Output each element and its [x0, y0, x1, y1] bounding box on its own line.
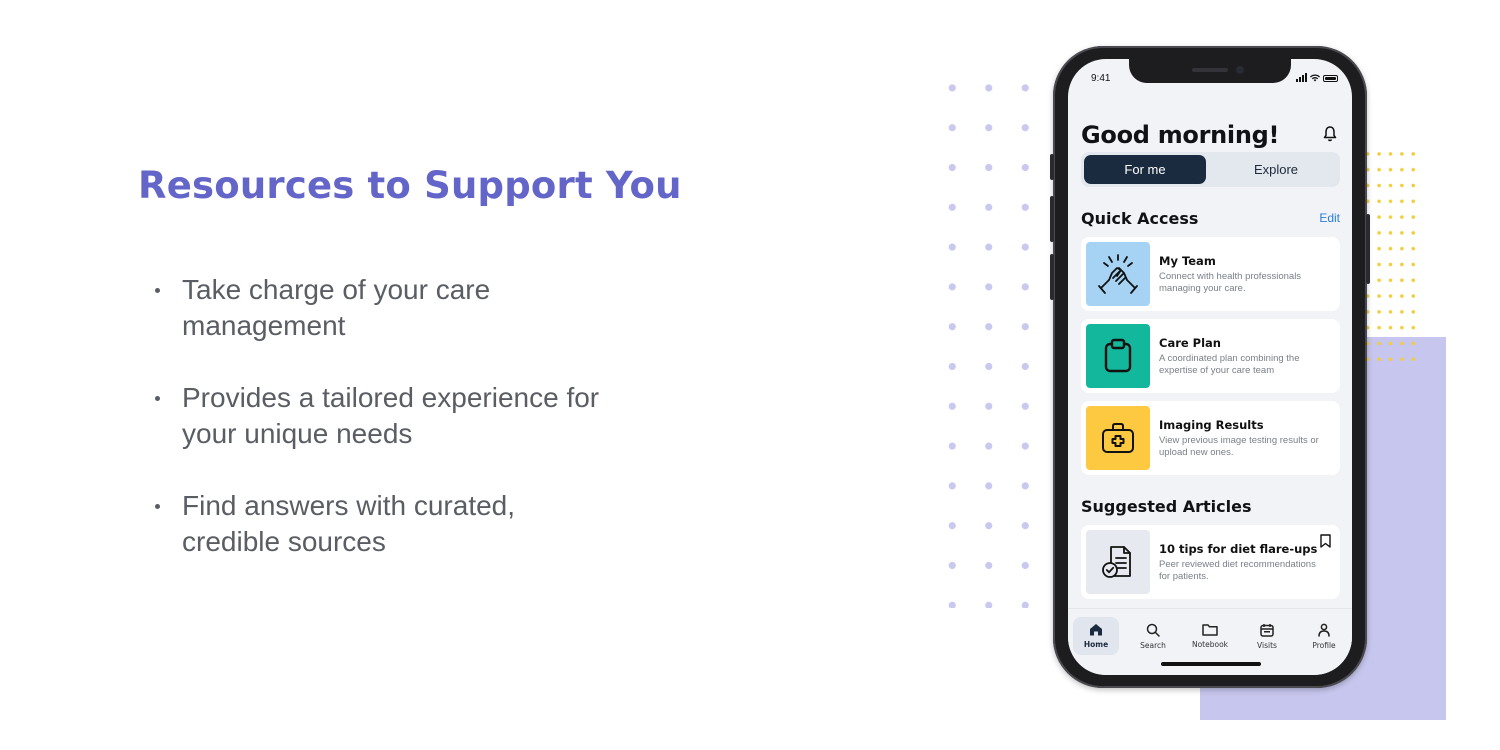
battery-icon — [1323, 75, 1338, 82]
decorative-dot-grid — [934, 68, 1064, 608]
phone-notch — [1129, 59, 1291, 83]
segment-for-me[interactable]: For me — [1084, 155, 1206, 184]
document-check-icon — [1102, 546, 1131, 578]
card-thumbnail — [1086, 242, 1150, 306]
medical-kit-icon — [1102, 423, 1134, 453]
tab-profile[interactable]: Profile — [1301, 617, 1347, 655]
home-icon — [1090, 624, 1102, 636]
phone-mockup: 9:41 Good morning! For me Explore Quick … — [1050, 46, 1370, 688]
greeting-title: Good morning! — [1081, 121, 1280, 149]
bell-icon[interactable] — [1322, 125, 1338, 143]
feature-list: Take charge of your care management Prov… — [155, 272, 605, 596]
feature-text: Find answers with curated, credible sour… — [182, 490, 516, 557]
phone-side-button — [1050, 154, 1054, 180]
edit-link[interactable]: Edit — [1319, 211, 1340, 225]
tab-label: Visits — [1257, 641, 1277, 650]
front-camera — [1236, 66, 1244, 74]
status-icons — [1296, 73, 1338, 82]
signal-icon — [1296, 73, 1307, 82]
card-title: My Team — [1159, 254, 1216, 268]
bullet-dot — [155, 288, 160, 293]
bookmark-icon[interactable] — [1320, 534, 1331, 548]
feature-item: Provides a tailored experience for your … — [155, 380, 605, 452]
quick-access-card-care-plan[interactable]: Care Plan A coordinated plan combining t… — [1081, 319, 1340, 393]
feature-text: Take charge of your care management — [182, 274, 491, 341]
phone-side-button — [1366, 214, 1370, 284]
card-title: Care Plan — [1159, 336, 1221, 350]
status-time: 9:41 — [1091, 73, 1111, 84]
article-description: Peer reviewed diet recommendations for p… — [1159, 559, 1316, 582]
phone-screen: 9:41 Good morning! For me Explore Quick … — [1068, 59, 1352, 675]
feature-item: Take charge of your care management — [155, 272, 605, 344]
quick-access-title: Quick Access — [1081, 209, 1199, 228]
card-description: A coordinated plan combining the experti… — [1159, 353, 1300, 376]
feature-item: Find answers with curated, credible sour… — [155, 488, 605, 560]
bottom-tab-bar: Home Search Notebook Visits Profile — [1068, 608, 1352, 675]
tab-visits[interactable]: Visits — [1244, 617, 1290, 655]
bullet-dot — [155, 504, 160, 509]
tab-label: Search — [1140, 641, 1166, 650]
headline: Resources to Support You — [138, 164, 682, 207]
tab-label: Home — [1083, 640, 1109, 649]
decorative-yellow-dots — [1362, 146, 1418, 368]
suggested-articles-title: Suggested Articles — [1081, 497, 1252, 516]
segmented-control: For me Explore — [1081, 152, 1340, 187]
phone-side-button — [1050, 196, 1054, 242]
tab-home[interactable]: Home — [1073, 617, 1119, 655]
card-title: Imaging Results — [1159, 418, 1264, 432]
card-thumbnail — [1086, 530, 1150, 594]
quick-access-card-imaging-results[interactable]: Imaging Results View previous image test… — [1081, 401, 1340, 475]
tab-search[interactable]: Search — [1130, 617, 1176, 655]
article-card[interactable]: 10 tips for diet flare-ups Peer reviewed… — [1081, 525, 1340, 599]
tab-label: Profile — [1312, 641, 1336, 650]
clipboard-icon — [1104, 338, 1132, 373]
speaker-grille — [1192, 68, 1228, 72]
quick-access-card-my-team[interactable]: My Team Connect with health professional… — [1081, 237, 1340, 311]
card-thumbnail — [1086, 406, 1150, 470]
card-thumbnail — [1086, 324, 1150, 388]
feature-text: Provides a tailored experience for your … — [182, 382, 600, 449]
home-indicator — [1161, 662, 1261, 666]
bullet-dot — [155, 396, 160, 401]
folder-icon — [1202, 624, 1218, 636]
segment-explore[interactable]: Explore — [1215, 155, 1337, 184]
person-icon — [1318, 623, 1330, 637]
search-icon — [1146, 623, 1160, 637]
high-five-icon — [1098, 254, 1138, 294]
wifi-icon — [1310, 74, 1320, 82]
tab-notebook[interactable]: Notebook — [1187, 617, 1233, 655]
calendar-icon — [1260, 624, 1274, 637]
card-description: Connect with health professionals managi… — [1159, 271, 1302, 294]
article-title: 10 tips for diet flare-ups — [1159, 542, 1318, 556]
card-description: View previous image testing results or u… — [1159, 435, 1319, 458]
phone-side-button — [1050, 254, 1054, 300]
tab-label: Notebook — [1191, 640, 1229, 649]
